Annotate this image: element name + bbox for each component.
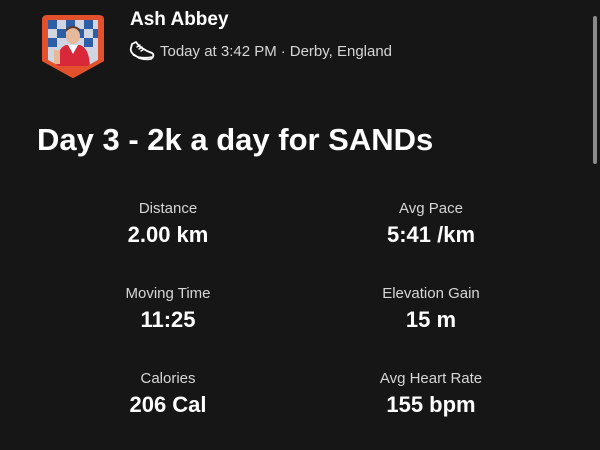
stat-value: 2.00 km <box>127 222 209 247</box>
stat-label: Avg Heart Rate <box>379 370 483 387</box>
running-shoe-icon <box>129 40 155 62</box>
stat-elevation-gain: Elevation Gain 15 m <box>301 283 561 335</box>
activity-location: Derby, England <box>289 42 393 60</box>
stat-avg-pace: Avg Pace 5:41 /km <box>301 198 561 250</box>
stat-label: Moving Time <box>125 285 211 302</box>
avatar-image <box>42 15 104 78</box>
stat-moving-time: Moving Time 11:25 <box>38 283 298 335</box>
activity-title: Day 3 - 2k a day for SANDs <box>37 122 434 157</box>
avatar[interactable] <box>42 14 104 78</box>
stat-value: 206 Cal <box>129 392 207 417</box>
athlete-name[interactable]: Ash Abbey <box>130 9 229 31</box>
stat-distance: Distance 2.00 km <box>38 198 298 250</box>
scrollbar[interactable] <box>593 16 597 164</box>
stat-value: 15 m <box>405 307 457 332</box>
stat-label: Distance <box>138 200 198 217</box>
activity-time: Today at 3:42 PM <box>160 42 277 60</box>
meta-separator: · <box>280 42 286 60</box>
stat-value: 5:41 /km <box>386 222 476 247</box>
stat-value: 155 bpm <box>386 392 476 417</box>
activity-meta: Today at 3:42 PM · Derby, England <box>129 39 392 63</box>
stat-calories: Calories 206 Cal <box>38 368 298 420</box>
stat-avg-heart-rate: Avg Heart Rate 155 bpm <box>301 368 561 420</box>
activity-screen: Ash Abbey Today at 3:42 PM · Derby, Engl… <box>0 0 600 450</box>
stat-value: 11:25 <box>140 307 196 332</box>
stat-label: Calories <box>140 370 196 387</box>
stat-label: Elevation Gain <box>382 285 480 302</box>
stat-label: Avg Pace <box>399 200 463 217</box>
